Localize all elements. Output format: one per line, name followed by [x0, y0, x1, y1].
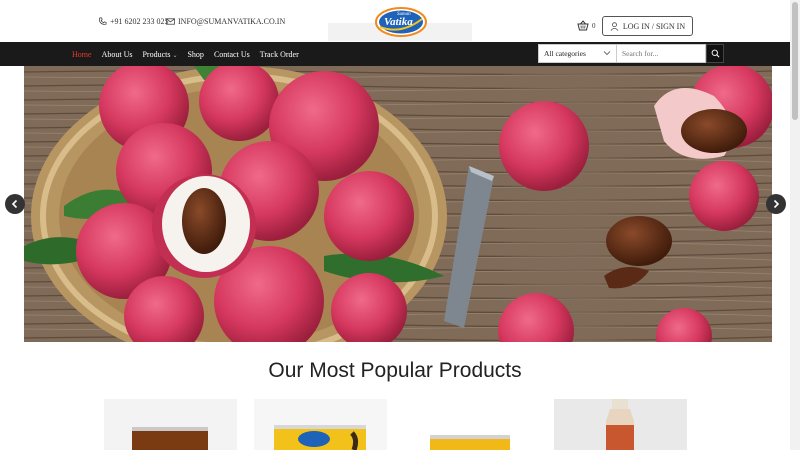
login-label: LOG IN / SIGN IN [622, 21, 686, 31]
nav-item-products-label: Products [142, 49, 171, 59]
chevron-down-icon: ⌄ [172, 52, 178, 59]
search-button[interactable] [706, 44, 724, 63]
phone-contact[interactable]: +91 6202 233 025 [98, 17, 169, 26]
chevron-down-icon [603, 51, 611, 56]
product-image [554, 399, 687, 450]
phone-number: +91 6202 233 025 [110, 17, 169, 26]
slider-next-button[interactable] [766, 194, 786, 214]
product-card[interactable] [404, 399, 537, 450]
login-button[interactable]: LOG IN / SIGN IN [602, 16, 693, 36]
section-title: Our Most Popular Products [268, 359, 522, 382]
product-card[interactable] [254, 399, 387, 450]
mail-icon [166, 18, 175, 25]
logo-text: Vatika [384, 16, 413, 28]
nav-item-home[interactable]: Home [72, 50, 92, 59]
scrollbar-thumb[interactable] [792, 2, 798, 120]
phone-icon [99, 17, 107, 25]
site-logo[interactable]: Suman Vatika [374, 5, 428, 37]
email-address: INFO@SUMANVATIKA.CO.IN [178, 17, 286, 26]
product-card[interactable] [104, 399, 237, 450]
hero-slider[interactable] [24, 66, 772, 342]
product-image [104, 399, 237, 450]
category-select-value: All categories [544, 49, 586, 58]
chevron-left-icon [11, 199, 18, 209]
chevron-right-icon [773, 199, 780, 209]
category-select[interactable]: All categories [538, 44, 617, 63]
email-contact[interactable]: INFO@SUMANVATIKA.CO.IN [166, 17, 285, 26]
product-card[interactable] [554, 399, 687, 450]
nav-item-shop[interactable]: Shop [187, 50, 203, 59]
cart-button[interactable]: 0 [577, 20, 596, 31]
search-icon [711, 49, 719, 58]
nav-item-about[interactable]: About Us [102, 50, 133, 59]
basket-icon [577, 20, 589, 31]
search-input[interactable] [617, 44, 706, 63]
top-bar: +91 6202 233 025 INFO@SUMANVATIKA.CO.IN … [0, 0, 790, 42]
product-image [254, 399, 387, 450]
product-image [404, 399, 537, 450]
nav-item-contact[interactable]: Contact Us [214, 50, 250, 59]
hero-lychee-image [24, 66, 772, 342]
slider-prev-button[interactable] [5, 194, 25, 214]
nav-item-track-order[interactable]: Track Order [260, 50, 299, 59]
user-icon [610, 21, 619, 31]
nav-item-products[interactable]: Products ⌄ [142, 50, 177, 59]
cart-count: 0 [592, 21, 596, 30]
